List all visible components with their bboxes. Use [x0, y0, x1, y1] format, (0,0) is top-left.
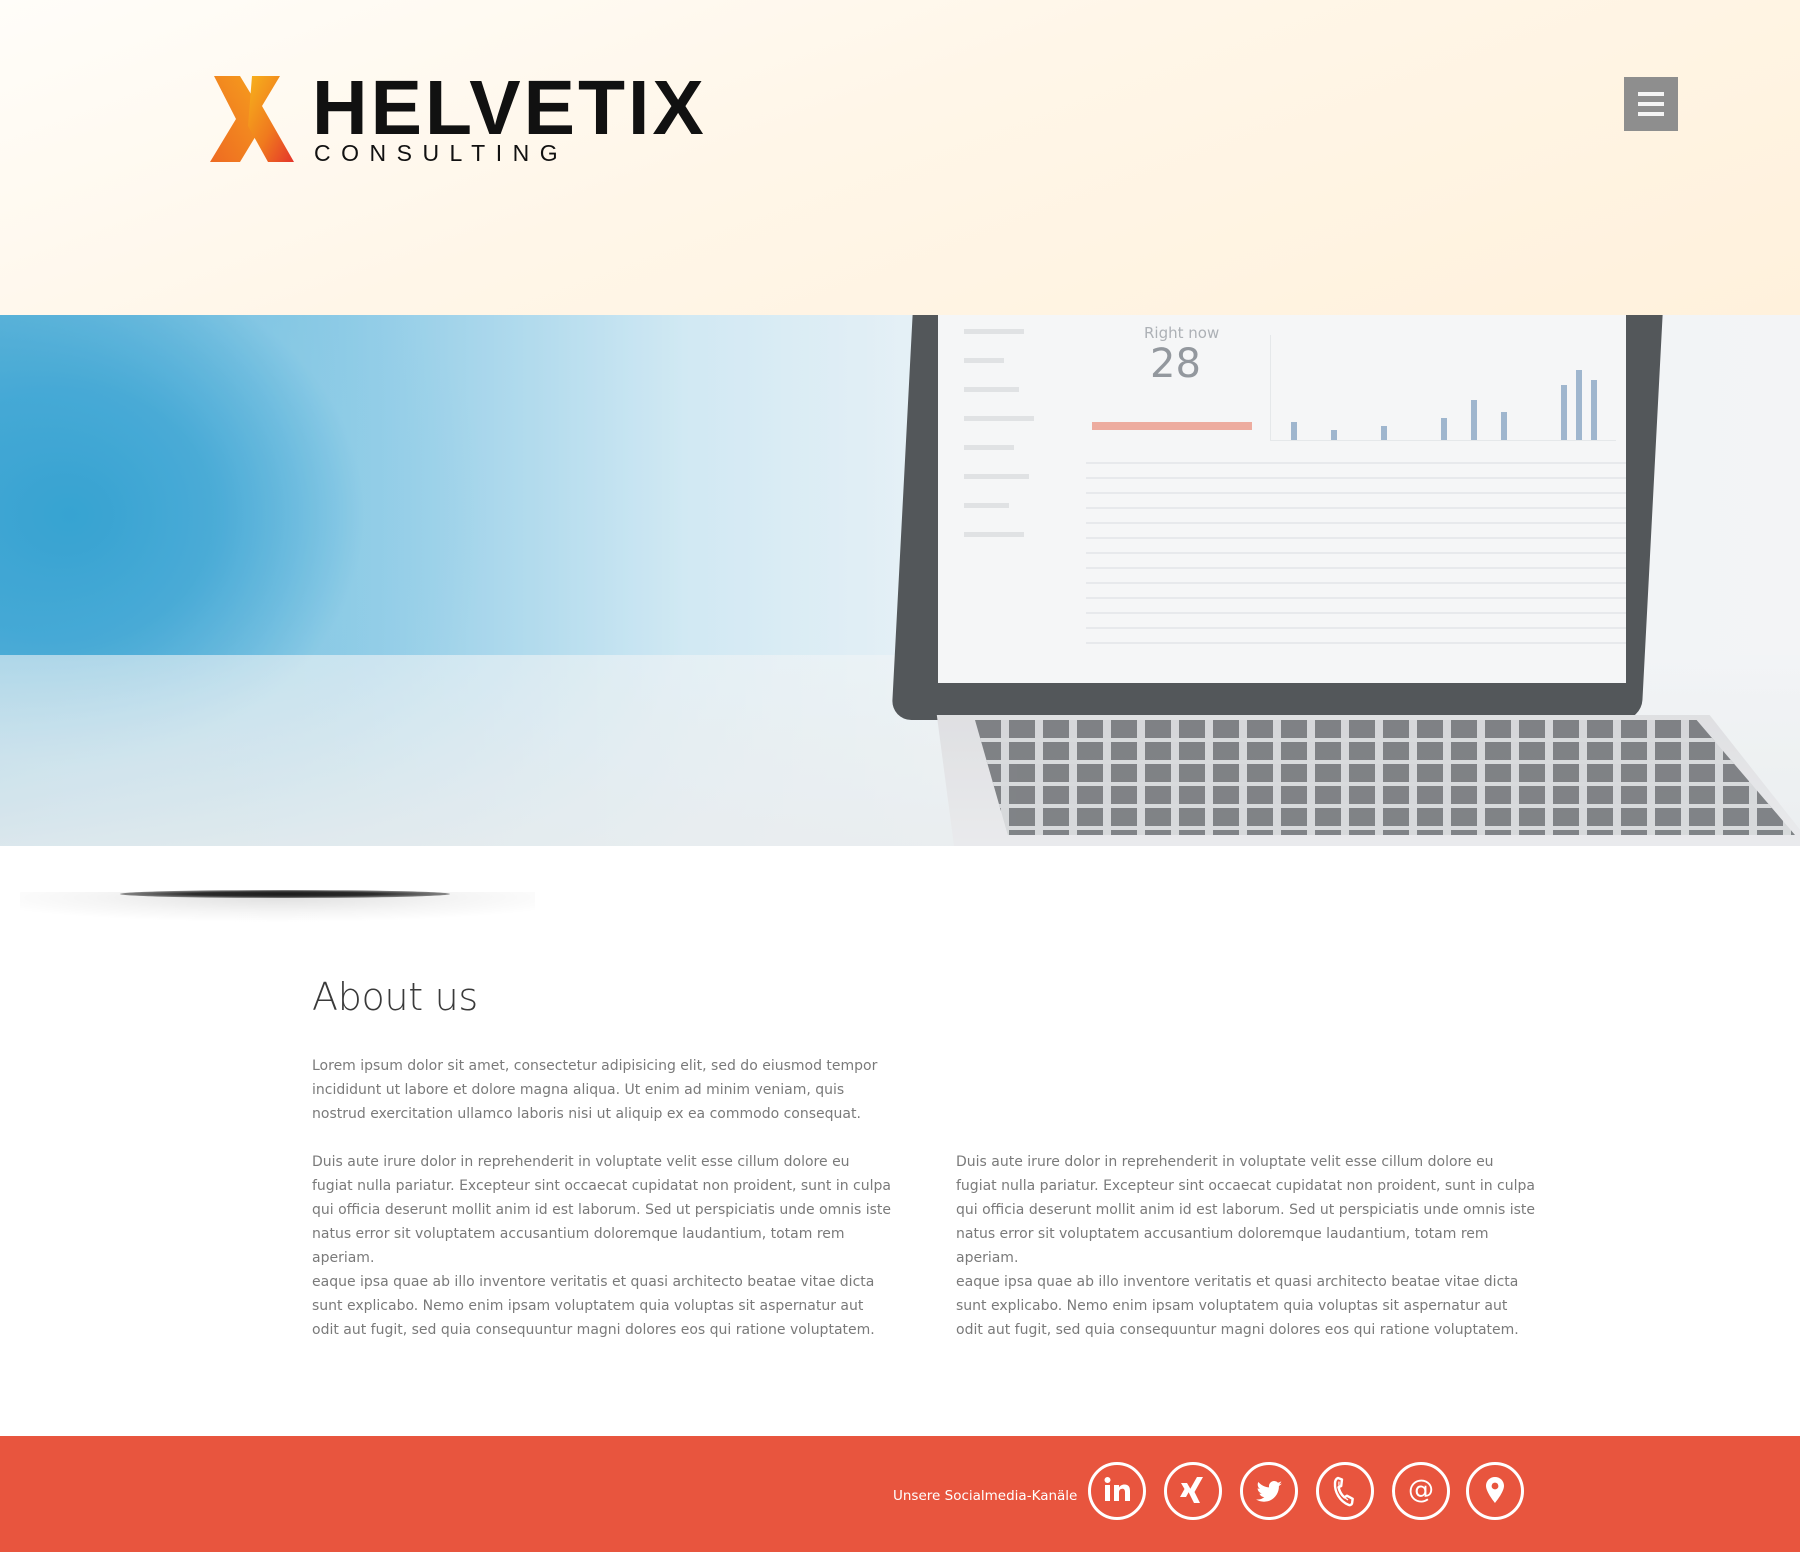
phone-icon: [1333, 1476, 1354, 1507]
email-button[interactable]: @: [1392, 1462, 1450, 1520]
about-paragraph-left-1: Duis aute irure dolor in reprehenderit i…: [312, 1154, 892, 1266]
linkedin-icon: [1104, 1477, 1130, 1501]
site-footer: Unsere Socialmedia-Kanäle @: [0, 1436, 1800, 1552]
helvetix-x-logo-icon: [210, 76, 294, 162]
hero-image: Right now 28: [0, 315, 1800, 846]
brand-name: HELVETIX: [312, 65, 707, 151]
about-title: About us: [312, 975, 478, 1019]
menu-button[interactable]: [1624, 77, 1678, 131]
brand-subtitle: CONSULTING: [314, 140, 569, 166]
email-icon: @: [1408, 1475, 1434, 1505]
section-divider-shadow: [20, 882, 535, 952]
helvetix-logo[interactable]: HELVETIX CONSULTING: [210, 70, 740, 166]
phone-button[interactable]: [1316, 1462, 1374, 1520]
xing-button[interactable]: [1164, 1462, 1222, 1520]
site-header: HELVETIX CONSULTING: [0, 0, 1800, 315]
about-paragraph-right-2: eaque ipsa quae ab illo inventore verita…: [956, 1274, 1519, 1338]
about-paragraph-right-1: Duis aute irure dolor in reprehenderit i…: [956, 1154, 1536, 1266]
svg-text:@: @: [1408, 1475, 1434, 1505]
location-icon: [1486, 1477, 1504, 1503]
hero-overlay: [0, 315, 1800, 846]
twitter-button[interactable]: [1240, 1462, 1298, 1520]
about-paragraph-left-2: eaque ipsa quae ab illo inventore verita…: [312, 1274, 875, 1338]
location-button[interactable]: [1466, 1462, 1524, 1520]
social-channels-label: Unsere Socialmedia-Kanäle: [893, 1488, 1078, 1504]
twitter-icon: [1256, 1481, 1282, 1502]
about-paragraph-intro: Lorem ipsum dolor sit amet, consectetur …: [312, 1058, 878, 1122]
linkedin-button[interactable]: [1088, 1462, 1146, 1520]
xing-icon: [1180, 1477, 1203, 1503]
